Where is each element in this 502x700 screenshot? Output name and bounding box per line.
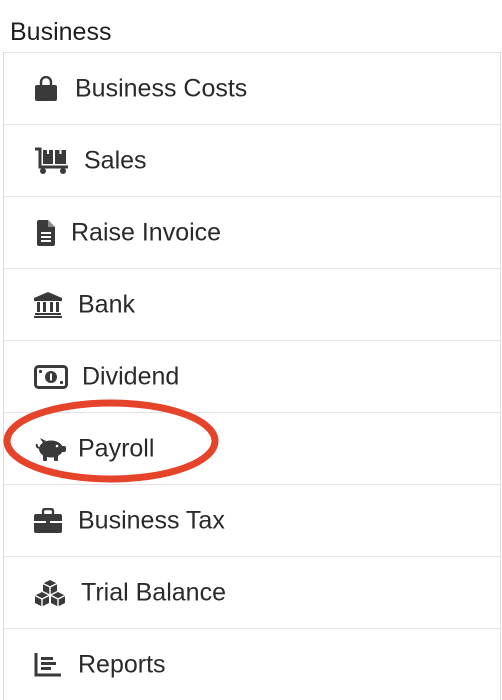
menu-item-label: Bank [78, 290, 135, 318]
menu-item-trial-balance[interactable]: Trial Balance [4, 556, 500, 628]
menu-item-sales[interactable]: Sales [4, 124, 500, 196]
business-menu-page: Business Business Costs Sales Raise Invo… [0, 0, 502, 700]
section-title: Business [10, 18, 112, 46]
menu-item-label: Sales [84, 146, 147, 174]
file-document-icon [37, 219, 55, 246]
menu-item-label: Reports [78, 650, 166, 678]
menu-item-bank[interactable]: Bank [4, 268, 500, 340]
briefcase-icon [34, 507, 62, 534]
menu-item-label: Dividend [82, 362, 180, 390]
money-bill-icon [34, 364, 68, 389]
menu-item-label: Business Costs [75, 74, 248, 102]
menu-item-business-costs[interactable]: Business Costs [4, 52, 500, 124]
menu-item-dividend[interactable]: Dividend [4, 340, 500, 412]
piggy-bank-icon [34, 436, 68, 462]
menu-item-label: Trial Balance [81, 578, 226, 606]
bank-building-icon [34, 291, 62, 318]
dolly-cart-icon [34, 147, 70, 175]
cubes-icon [34, 579, 66, 607]
chart-bar-icon [34, 652, 62, 678]
menu-item-label: Business Tax [78, 506, 225, 534]
menu-item-label: Payroll [78, 434, 155, 462]
menu-item-business-tax[interactable]: Business Tax [4, 484, 500, 556]
menu-item-label: Raise Invoice [71, 218, 222, 246]
menu-item-reports[interactable]: Reports [4, 628, 500, 700]
business-menu: Business Costs Sales Raise Invoice Bank … [3, 52, 501, 700]
menu-item-raise-invoice[interactable]: Raise Invoice [4, 196, 500, 268]
shopping-bag-icon [34, 75, 58, 102]
menu-item-payroll[interactable]: Payroll [4, 412, 500, 484]
